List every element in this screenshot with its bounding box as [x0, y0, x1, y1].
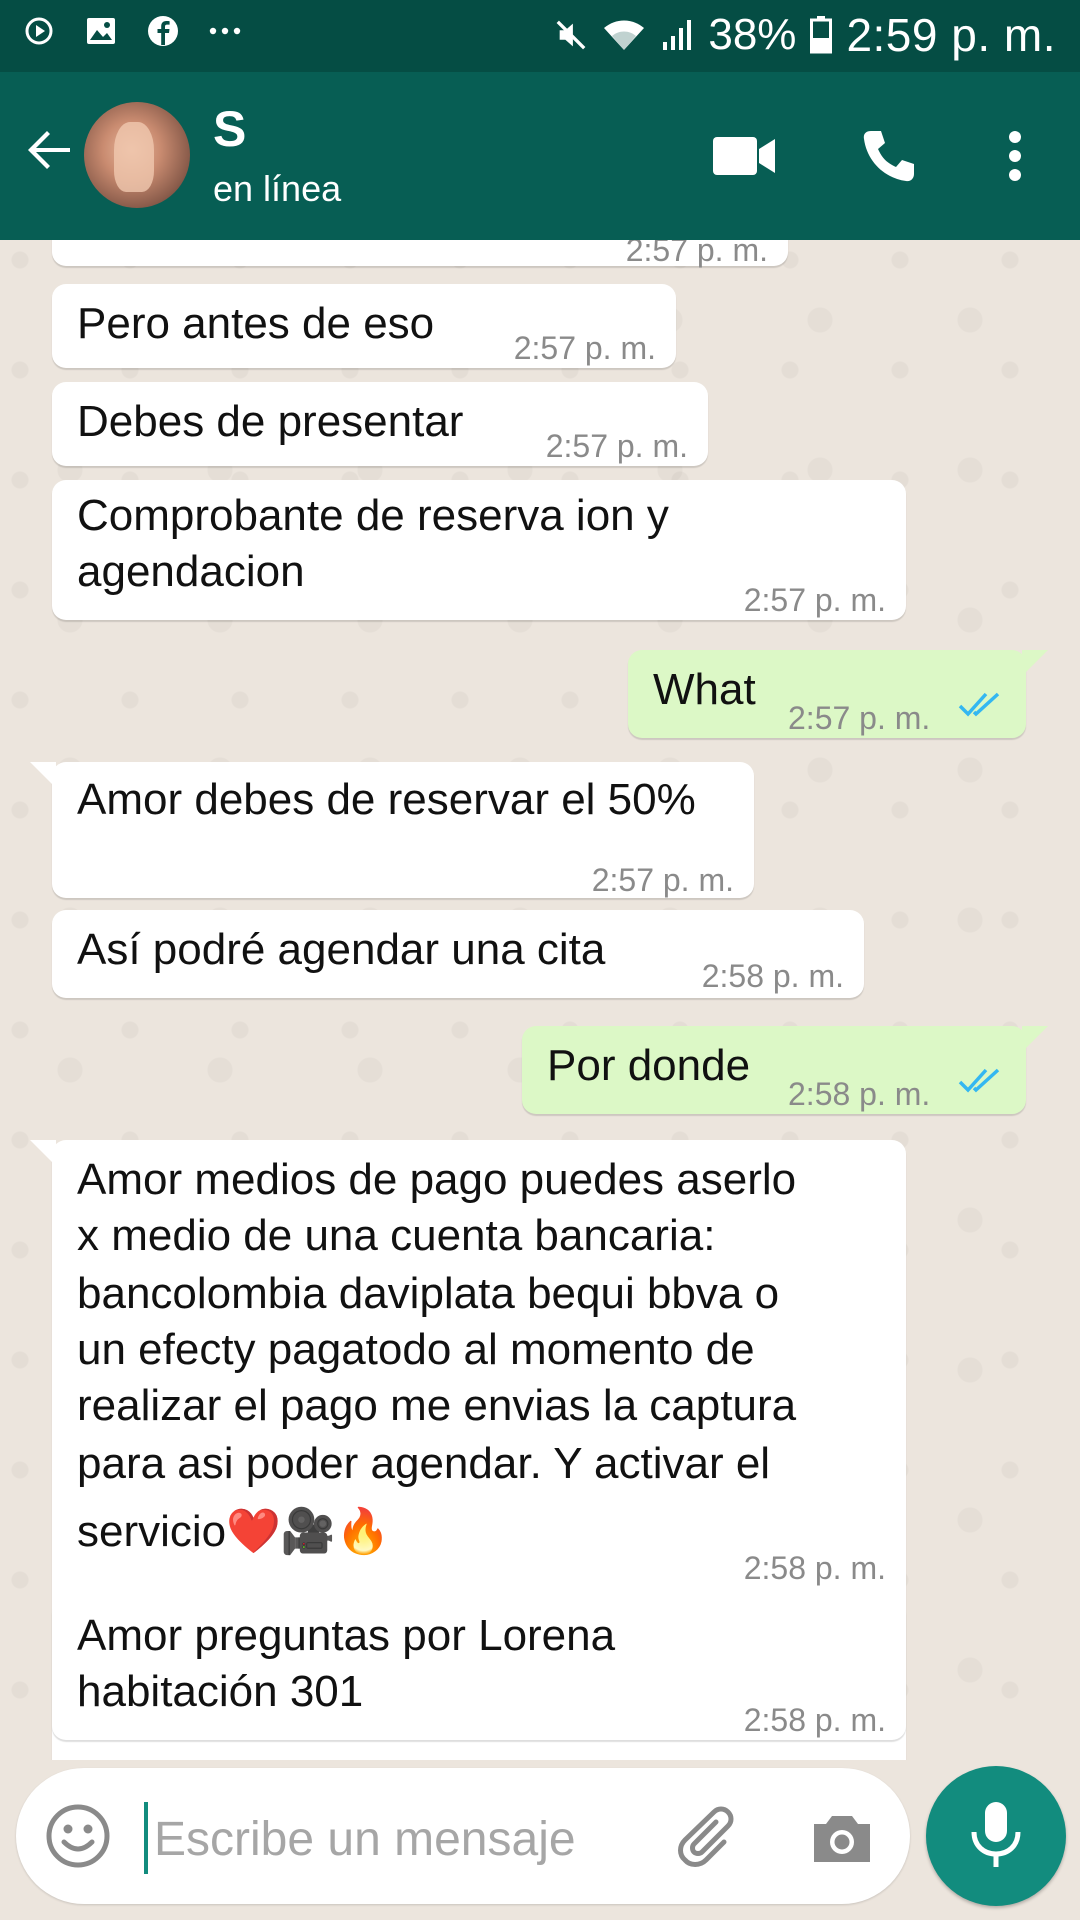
play-icon	[22, 14, 56, 48]
facebook-icon	[146, 14, 180, 48]
message-bubble-outgoing[interactable]: What 2:57 p. m.	[628, 650, 1048, 738]
message-text: Así podré agendar una cita	[77, 925, 606, 974]
message-line: Comprobante de reserva ion y	[77, 491, 669, 540]
message-line: Amor medios de pago puedes aserlo	[77, 1155, 797, 1204]
message-composer	[16, 1768, 910, 1904]
message-bubble-incoming[interactable]: Amor debes de reservar el 50% 2:57 p. m.	[30, 762, 754, 898]
message-time: 2:57 p. m.	[513, 330, 656, 366]
wifi-icon	[602, 18, 646, 52]
text-cursor	[144, 1802, 148, 1874]
message-bubble-incoming[interactable]: Debes de presentar 2:57 p. m.	[52, 382, 708, 466]
more-notifications-icon	[208, 14, 242, 48]
phone-call-button[interactable]	[852, 120, 924, 192]
message-line: agendacion	[77, 547, 305, 596]
message-line: realizar el pago me envias la captura	[77, 1381, 797, 1430]
message-bubble-incoming[interactable]: Comprobante de reserva ion y agendacion …	[52, 480, 906, 620]
message-line: habitación 301	[77, 1667, 364, 1716]
read-receipt-icon	[958, 1068, 1000, 1093]
voice-message-button[interactable]	[926, 1766, 1066, 1906]
avatar[interactable]	[84, 102, 190, 208]
camera-button[interactable]	[806, 1802, 878, 1874]
message-time: 2:58 p. m.	[743, 1550, 886, 1586]
message-time: 2:57 p. m.	[788, 700, 931, 736]
message-time: 2:57 p. m.	[625, 240, 768, 268]
message-text: What	[653, 665, 756, 714]
mute-icon	[554, 18, 588, 52]
chat-area[interactable]: 2:57 p. m. Pero antes de eso 2:57 p. m. …	[0, 240, 1080, 1760]
message-line: bancolombia daviplata bequi bbva o	[77, 1269, 780, 1318]
more-options-button[interactable]	[979, 120, 1051, 192]
video-call-icon	[713, 137, 775, 175]
signal-icon	[660, 18, 694, 52]
more-vert-icon	[1009, 131, 1021, 181]
contact-status: en línea	[213, 168, 342, 209]
message-line: Amor preguntas por Lorena	[77, 1611, 616, 1660]
message-time: 2:57 p. m.	[591, 862, 734, 898]
message-text: Amor debes de reservar el 50%	[77, 775, 696, 824]
message-time: 2:57 p. m.	[545, 428, 688, 464]
message-text: Debes de presentar	[77, 397, 464, 446]
back-button[interactable]	[18, 118, 82, 182]
message-line: un efecty pagatodo al momento de	[77, 1325, 755, 1374]
message-bubble-incoming[interactable]: Pero antes de eso 2:57 p. m.	[52, 284, 676, 368]
status-bar: 38% 2:59 p. m.	[0, 0, 1080, 72]
message-text: Por donde	[547, 1041, 751, 1090]
message-bubble-incoming[interactable]: Amor preguntas por Lorena habitación 301…	[52, 1600, 906, 1740]
message-text: Pero antes de eso	[77, 299, 435, 348]
read-receipt-icon	[958, 692, 1000, 717]
chat-header: S en línea	[0, 72, 1080, 240]
attach-icon	[678, 1806, 734, 1867]
message-line: x medio de una cuenta bancaria:	[77, 1211, 716, 1260]
emoji-icon	[46, 1804, 110, 1868]
mic-icon	[971, 1802, 1021, 1867]
message-bubble-incoming[interactable]: 2:57 p. m.	[52, 240, 788, 268]
phone-icon	[863, 131, 914, 182]
battery-percent: 38%	[708, 10, 797, 59]
attach-button[interactable]	[676, 1802, 748, 1874]
message-line: servicio❤️🎥🔥	[77, 1507, 391, 1556]
video-call-button[interactable]	[708, 120, 780, 192]
back-arrow-icon	[28, 131, 70, 169]
message-bubble-incoming[interactable]: Así podré agendar una cita 2:58 p. m.	[52, 910, 864, 998]
message-input[interactable]	[152, 1798, 676, 1880]
status-time: 2:59 p. m.	[846, 9, 1056, 61]
emoji-button[interactable]	[44, 1802, 112, 1870]
image-icon	[84, 14, 118, 48]
message-time: 2:57 p. m.	[743, 582, 886, 618]
message-time: 2:58 p. m.	[788, 1076, 931, 1112]
message-time: 2:58 p. m.	[743, 1702, 886, 1738]
message-bubble-outgoing[interactable]: Por donde 2:58 p. m.	[522, 1026, 1048, 1114]
message-line: para asi poder agendar. Y activar el	[77, 1439, 771, 1488]
contact-name[interactable]: S	[213, 100, 246, 158]
camera-icon	[814, 1816, 870, 1862]
battery-icon	[810, 16, 833, 54]
message-time: 2:58 p. m.	[701, 958, 844, 994]
